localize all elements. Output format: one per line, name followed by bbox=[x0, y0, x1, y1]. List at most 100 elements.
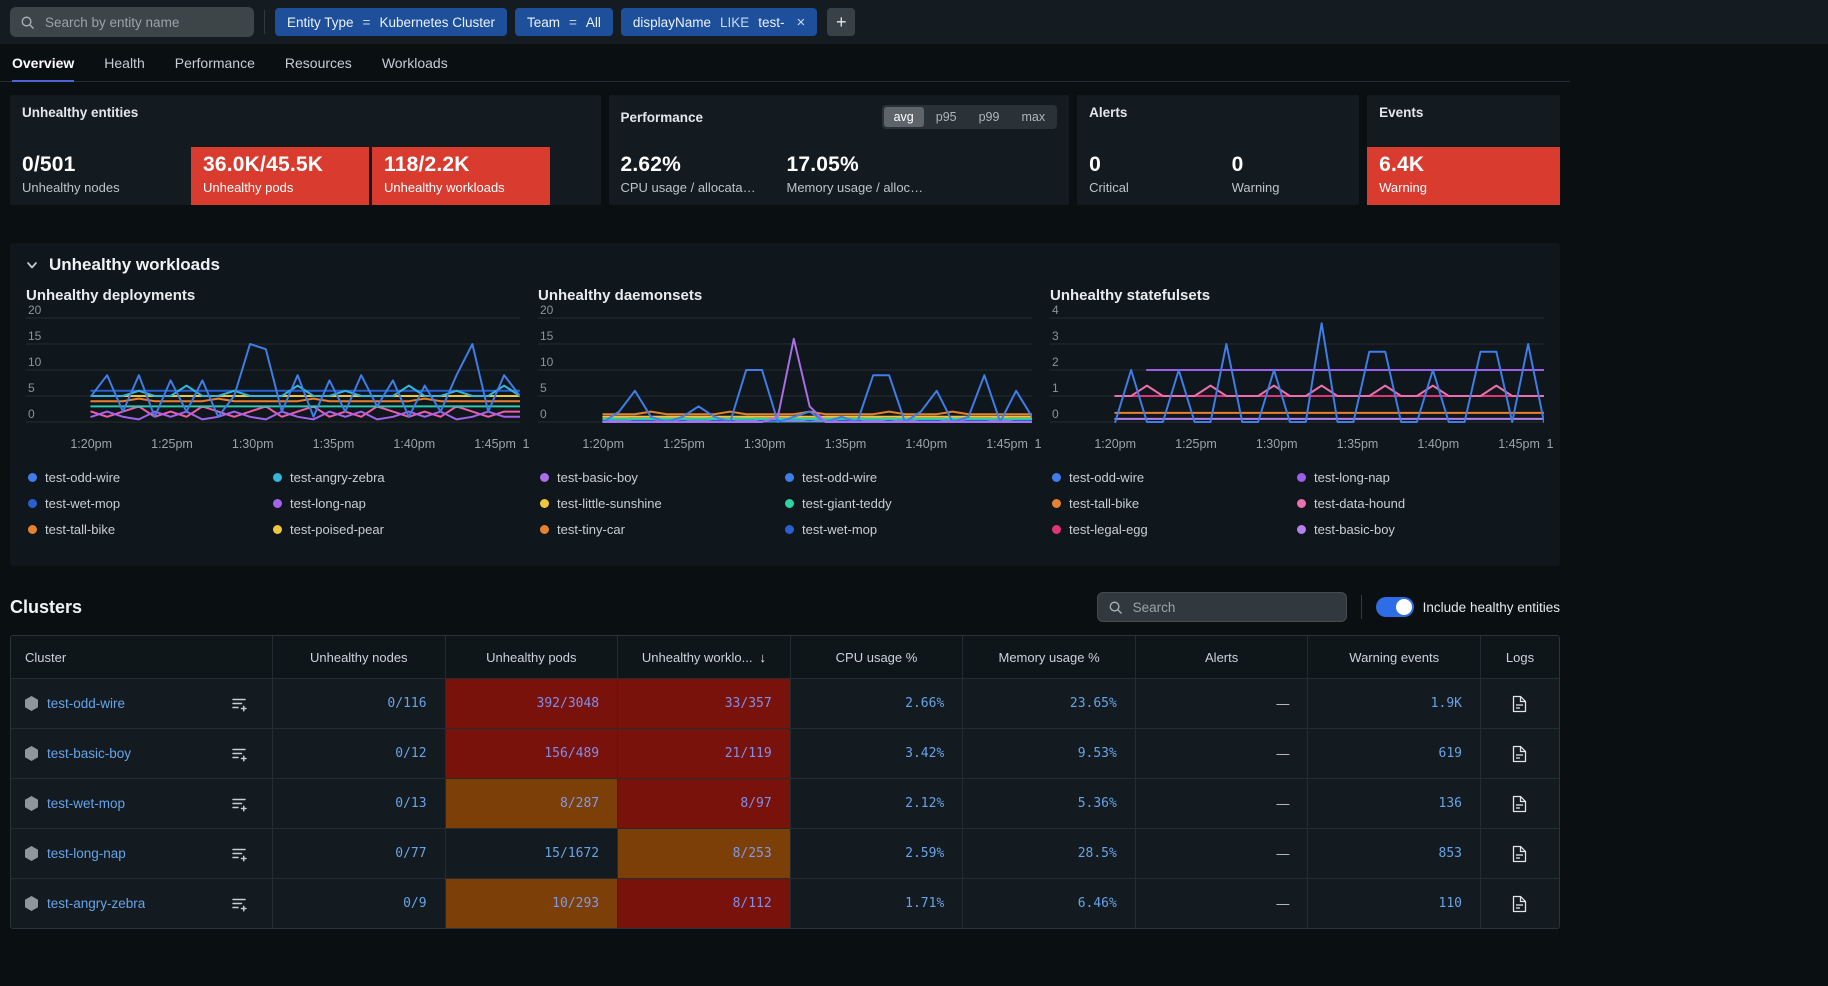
y-axis-tick: 4 bbox=[1052, 303, 1059, 317]
filter-pill-entity-type[interactable]: Entity Type=Kubernetes Cluster bbox=[275, 8, 507, 36]
stat-label: Warning bbox=[1379, 180, 1548, 195]
legend-item-test-data-hound[interactable]: test-data-hound bbox=[1297, 494, 1542, 512]
entity-search-input[interactable] bbox=[43, 14, 244, 31]
legend-item-test-interlinked[interactable]: test-interlinked bbox=[28, 546, 273, 550]
close-icon[interactable]: × bbox=[797, 14, 806, 31]
mode-max-button[interactable]: max bbox=[1011, 107, 1055, 127]
column-header-memory-usage[interactable]: Memory usage % bbox=[963, 636, 1136, 678]
cluster-link[interactable]: test-odd-wire bbox=[47, 696, 125, 711]
charts-row: Unhealthy deployments051015201:20pm1:25p… bbox=[26, 287, 1544, 550]
column-header-warning-events[interactable]: Warning events bbox=[1308, 636, 1481, 678]
tab-resources[interactable]: Resources bbox=[285, 44, 352, 81]
add-filter-button[interactable]: + bbox=[827, 8, 855, 36]
stat-label: Warning bbox=[1232, 180, 1348, 195]
cluster-link[interactable]: test-angry-zebra bbox=[47, 896, 145, 911]
filter-pill-displayname[interactable]: displayNameLIKEtest-× bbox=[621, 8, 817, 36]
x-axis-tick: 1:40pm bbox=[905, 437, 947, 451]
legend-item-test-odd-wire[interactable]: test-odd-wire bbox=[785, 468, 1030, 486]
column-header-cluster[interactable]: Cluster bbox=[11, 636, 273, 678]
y-axis-tick: 10 bbox=[28, 355, 41, 369]
filter-add-icon[interactable] bbox=[231, 696, 254, 712]
column-label: Cluster bbox=[25, 650, 66, 665]
cell-alerts: — bbox=[1136, 729, 1309, 778]
legend-item-test-little-sunshine[interactable]: test-little-sunshine bbox=[540, 494, 785, 512]
legend-item-test-tall-bike[interactable]: test-tall-bike bbox=[1052, 494, 1297, 512]
legend-item-test-angry-zebra[interactable]: test-angry-zebra bbox=[273, 468, 518, 486]
logs-icon[interactable] bbox=[1512, 795, 1527, 813]
legend-item-test-legal-egg[interactable]: test-legal-egg bbox=[1052, 520, 1297, 538]
mode-p99-button[interactable]: p99 bbox=[969, 107, 1010, 127]
card-title: Events bbox=[1379, 105, 1423, 120]
cell-alerts: — bbox=[1136, 779, 1309, 828]
filter-add-icon[interactable] bbox=[231, 746, 254, 762]
include-healthy-toggle[interactable] bbox=[1376, 597, 1414, 617]
stat-memory-usage-allocata: 17.05%Memory usage / allocata... bbox=[775, 147, 938, 205]
tab-health[interactable]: Health bbox=[104, 44, 144, 81]
filter-add-icon[interactable] bbox=[231, 846, 254, 862]
legend-item-test-little-sunshine[interactable]: test-little-sunshine bbox=[273, 546, 518, 550]
cell-value: — bbox=[1276, 746, 1289, 761]
legend-item-test-giant-teddy[interactable]: test-giant-teddy bbox=[785, 494, 1030, 512]
y-axis-tick: 10 bbox=[540, 355, 553, 369]
legend-item-test-wet-mop[interactable]: test-wet-mop bbox=[28, 494, 273, 512]
table-row: test-long-nap0/7715/16728/2532.59%28.5%—… bbox=[11, 828, 1559, 878]
card-title: Performance bbox=[621, 110, 704, 125]
card-unhealthy-entities: Unhealthy entities0/501Unhealthy nodes36… bbox=[10, 95, 601, 205]
legend-label: test-long-nap bbox=[290, 496, 366, 511]
column-header-unhealthy-worklo[interactable]: Unhealthy worklo...↓ bbox=[618, 636, 791, 678]
column-label: Alerts bbox=[1205, 650, 1238, 665]
chart-plot: 05101520 bbox=[26, 306, 520, 432]
legend-dot bbox=[540, 499, 549, 508]
logs-icon[interactable] bbox=[1512, 745, 1527, 763]
tab-overview[interactable]: Overview bbox=[12, 44, 74, 81]
legend-item-test-basic-boy[interactable]: test-basic-boy bbox=[1297, 520, 1542, 538]
cluster-link[interactable]: test-wet-mop bbox=[47, 796, 125, 811]
logs-icon[interactable] bbox=[1512, 695, 1527, 713]
search-icon bbox=[1108, 600, 1123, 615]
column-header-unhealthy-nodes[interactable]: Unhealthy nodes bbox=[273, 636, 446, 678]
chevron-down-icon[interactable] bbox=[26, 259, 38, 271]
logs-icon[interactable] bbox=[1512, 895, 1527, 913]
tab-performance[interactable]: Performance bbox=[175, 44, 255, 81]
legend-item-test-milky-novel[interactable]: test-milky-novel bbox=[540, 546, 785, 550]
legend-item-test-wet-mop[interactable]: test-wet-mop bbox=[785, 520, 1030, 538]
column-header-unhealthy-pods[interactable]: Unhealthy pods bbox=[446, 636, 619, 678]
column-header-cpu-usage[interactable]: CPU usage % bbox=[791, 636, 964, 678]
legend-item-test-mad-zoo[interactable]: test-mad-zoo bbox=[785, 546, 1030, 550]
entity-search[interactable] bbox=[10, 7, 254, 37]
cell-value: 28.5% bbox=[1078, 846, 1117, 861]
stat-cpu-usage-allocatable: 2.62%CPU usage / allocatable bbox=[609, 147, 772, 205]
cell-warning-events: 1.9K bbox=[1308, 679, 1481, 728]
x-axis-tick: 1:30pm bbox=[744, 437, 786, 451]
clusters-section: Clusters Include healthy entities bbox=[10, 592, 1560, 929]
stat-value: 0 bbox=[1089, 153, 1205, 177]
x-axis-tick: 1:45pm bbox=[474, 437, 516, 451]
tab-bar: Overview Health Performance Resources Worklo… bbox=[0, 44, 1570, 82]
clusters-search-input[interactable] bbox=[1131, 599, 1336, 616]
cluster-link[interactable]: test-basic-boy bbox=[47, 746, 131, 761]
filter-pill-team[interactable]: Team=All bbox=[515, 8, 613, 36]
mode-p95-button[interactable]: p95 bbox=[926, 107, 967, 127]
legend-dot bbox=[785, 473, 794, 482]
legend-item-test-tiny-car[interactable]: test-tiny-car bbox=[540, 520, 785, 538]
legend-item-test-poised-pear[interactable]: test-poised-pear bbox=[273, 520, 518, 538]
mode-avg-button[interactable]: avg bbox=[884, 107, 924, 127]
legend-item-test-long-nap[interactable]: test-long-nap bbox=[1297, 468, 1542, 486]
cell-value: 156/489 bbox=[544, 746, 599, 761]
logs-icon[interactable] bbox=[1512, 845, 1527, 863]
filter-add-icon[interactable] bbox=[231, 796, 254, 812]
chart-canvas bbox=[538, 306, 1032, 430]
clusters-search[interactable] bbox=[1097, 592, 1347, 622]
column-header-alerts[interactable]: Alerts bbox=[1136, 636, 1309, 678]
legend-dot bbox=[1052, 473, 1061, 482]
tab-workloads[interactable]: Workloads bbox=[382, 44, 448, 81]
legend-item-test-odd-wire[interactable]: test-odd-wire bbox=[28, 468, 273, 486]
column-header-logs[interactable]: Logs bbox=[1481, 636, 1559, 678]
legend-label: test-wet-mop bbox=[45, 496, 120, 511]
cluster-link[interactable]: test-long-nap bbox=[47, 846, 126, 861]
legend-item-test-long-nap[interactable]: test-long-nap bbox=[273, 494, 518, 512]
filter-add-icon[interactable] bbox=[231, 896, 254, 912]
legend-item-test-basic-boy[interactable]: test-basic-boy bbox=[540, 468, 785, 486]
legend-item-test-tall-bike[interactable]: test-tall-bike bbox=[28, 520, 273, 538]
legend-item-test-odd-wire[interactable]: test-odd-wire bbox=[1052, 468, 1297, 486]
